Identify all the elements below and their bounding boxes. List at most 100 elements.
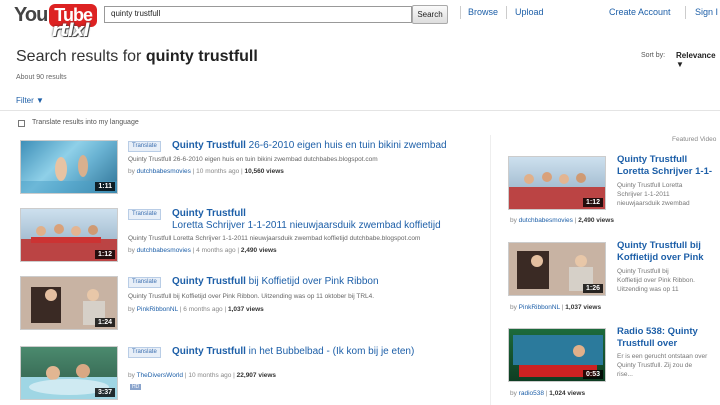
video-duration: 1:11 xyxy=(95,182,115,191)
video-meta: by PinkRibbonNL | 1,037 views xyxy=(510,304,602,311)
title-line: Quinty Trustfull xyxy=(617,154,688,165)
divider xyxy=(0,110,720,111)
desc-line: Quinty Trustfull bij xyxy=(617,268,669,275)
video-description: Quinty Trustfull bij Koffietijd over Pin… xyxy=(128,293,375,300)
title-line: Loretta Schrijver 1-1- xyxy=(617,166,713,177)
meta-by: by xyxy=(128,306,137,313)
nav-create-account[interactable]: Create Account xyxy=(609,7,671,17)
video-duration: 1:12 xyxy=(582,198,603,207)
title-line: Trustfull over xyxy=(617,338,678,349)
uploader-link[interactable]: dutchbabesmovies xyxy=(137,247,191,254)
video-meta: by dutchbabesmovies | 2,490 views xyxy=(510,217,614,224)
meta-age: | 10 months ago | xyxy=(183,372,237,379)
video-title-rest: bij Koffietijd over Pink Ribbon xyxy=(245,276,379,287)
sidebar-video-description: Quinty Trustfull bij Koffietijd over Pink… xyxy=(617,267,695,294)
video-thumbnail[interactable]: 1:24 xyxy=(20,276,118,330)
filter-dropdown[interactable]: Filter ▼ xyxy=(16,96,44,105)
view-count: 2,490 views xyxy=(240,247,277,254)
translate-button[interactable]: Translate xyxy=(128,141,161,152)
rtl-watermark: rtlxl xyxy=(52,20,89,41)
video-title-rest: 26-6-2010 eigen huis en tuin bikini zwem… xyxy=(245,140,447,151)
desc-line: Schrijver 1-1-2011 xyxy=(617,191,670,198)
uploader-link[interactable]: PinkRibbonNL xyxy=(519,304,560,311)
search-input[interactable]: quinty trustfull xyxy=(104,6,412,23)
featured-video-label: Featured Video xyxy=(672,136,717,143)
video-duration: 1:12 xyxy=(94,250,115,259)
title-line: Quinty Trustfull bij xyxy=(617,240,701,251)
video-duration: 1:24 xyxy=(94,318,115,327)
video-thumbnail[interactable]: 1:12 xyxy=(20,208,118,262)
video-description: Quinty Trustfull Loretta Schrijver 1-1-2… xyxy=(128,235,421,242)
sidebar-video-thumbnail[interactable]: 0:53 xyxy=(508,328,606,382)
translate-button[interactable]: Translate xyxy=(128,209,161,220)
nav-sign-in[interactable]: Sign I xyxy=(695,7,718,17)
view-count: 1,037 views xyxy=(227,306,264,313)
sidebar-video-description: Quinty Trustfull Loretta Schrijver 1-1-20… xyxy=(617,181,690,208)
uploader-link[interactable]: dutchbabesmovies xyxy=(137,168,191,175)
desc-line: Uitzending was op 11 xyxy=(617,286,679,293)
view-count: 2,490 views xyxy=(578,217,614,224)
uploader-link[interactable]: TheDiversWorld xyxy=(137,372,183,379)
translate-button[interactable]: Translate xyxy=(128,277,161,288)
sidebar-video-title[interactable]: Radio 538: Quinty Trustfull over xyxy=(617,326,698,350)
meta-age: | 6 months ago | xyxy=(177,306,228,313)
sidebar-video-title[interactable]: Quinty Trustfull Loretta Schrijver 1-1- xyxy=(617,154,712,178)
video-title-line2[interactable]: Loretta Schrijver 1-1-2011 nieuwjaarsdui… xyxy=(172,220,441,231)
view-count: 1,037 views xyxy=(565,304,602,311)
nav-upload[interactable]: Upload xyxy=(515,7,544,17)
video-title-link[interactable]: Quinty Trustfull bij Koffietijd over Pin… xyxy=(172,276,379,287)
video-thumbnail[interactable]: 3:37 xyxy=(20,346,118,400)
meta-by: by xyxy=(128,372,137,379)
view-count: 10,560 views xyxy=(244,168,284,175)
page-title: Search results for quinty trustfull xyxy=(16,48,258,66)
title-query: quinty trustfull xyxy=(145,48,258,65)
hd-badge: HD xyxy=(130,384,142,390)
sidebar-video-thumbnail[interactable]: 1:26 xyxy=(508,242,606,296)
title-line: Koffietijd over Pink xyxy=(617,252,704,263)
desc-line: Er is een gerucht ontstaan over xyxy=(617,353,708,360)
translate-button[interactable]: Translate xyxy=(128,347,161,358)
nav-divider xyxy=(460,6,461,19)
video-duration: 0:53 xyxy=(582,370,603,379)
meta-by: by xyxy=(128,247,137,254)
uploader-link[interactable]: radio538 xyxy=(519,390,544,397)
video-title-bold: Quinty Trustfull xyxy=(172,140,246,151)
nav-divider xyxy=(506,6,507,19)
video-meta: by radio538 | 1,024 views xyxy=(510,390,586,397)
search-button[interactable]: Search xyxy=(412,5,448,24)
sidebar-divider xyxy=(490,135,491,405)
video-duration: 1:26 xyxy=(582,284,603,293)
desc-line: Koffietijd over Pink Ribbon. xyxy=(617,277,695,284)
sidebar-video-description: Er is een gerucht ontstaan over Quinty Tr… xyxy=(617,352,707,379)
uploader-link[interactable]: PinkRibbonNL xyxy=(137,306,178,313)
desc-line: rise... xyxy=(617,371,633,378)
nav-browse[interactable]: Browse xyxy=(468,7,498,17)
video-meta: by dutchbabesmovies | 4 months ago | 2,4… xyxy=(128,247,277,254)
sort-dropdown[interactable]: Relevance ▼ xyxy=(676,51,720,69)
video-title-bold: Quinty Trustfull xyxy=(172,208,246,219)
logo-you: You xyxy=(14,3,48,26)
meta-age: | 10 months ago | xyxy=(190,168,245,175)
video-title-rest: in het Bubbelbad - (Ik kom bij je eten) xyxy=(245,346,415,357)
sidebar-video-title[interactable]: Quinty Trustfull bij Koffietijd over Pink xyxy=(617,240,704,264)
top-bar: You Tube rtlxl quinty trustfull Search B… xyxy=(0,0,720,41)
uploader-link[interactable]: dutchbabesmovies xyxy=(519,217,573,224)
sidebar-video-thumbnail[interactable]: 1:12 xyxy=(508,156,606,210)
video-thumbnail[interactable]: 1:11 xyxy=(20,140,118,194)
video-title-link[interactable]: Quinty Trustfull xyxy=(172,208,246,219)
view-count: 22,907 views xyxy=(236,372,277,379)
video-title-link[interactable]: Quinty Trustfull 26-6-2010 eigen huis en… xyxy=(172,140,447,151)
view-count: 1,024 views xyxy=(549,390,586,397)
video-duration: 3:37 xyxy=(94,388,115,397)
video-description: Quinty Trustfull 26-6-2010 eigen huis en… xyxy=(128,156,378,163)
meta-age: | 4 months ago | xyxy=(190,247,241,254)
desc-line: Quinty Trustfull Loretta xyxy=(617,182,683,189)
translate-checkbox[interactable] xyxy=(18,120,25,127)
title-prefix: Search results for xyxy=(16,48,146,65)
title-line: Radio 538: Quinty xyxy=(617,326,698,337)
video-meta: by dutchbabesmovies | 10 months ago | 10… xyxy=(128,168,284,175)
video-title-link[interactable]: Quinty Trustfull in het Bubbelbad - (Ik … xyxy=(172,346,414,357)
video-title-bold: Quinty Trustfull xyxy=(172,346,246,357)
sort-label: Sort by: xyxy=(641,52,666,59)
translate-checkbox-label: Translate results into my language xyxy=(32,119,139,126)
